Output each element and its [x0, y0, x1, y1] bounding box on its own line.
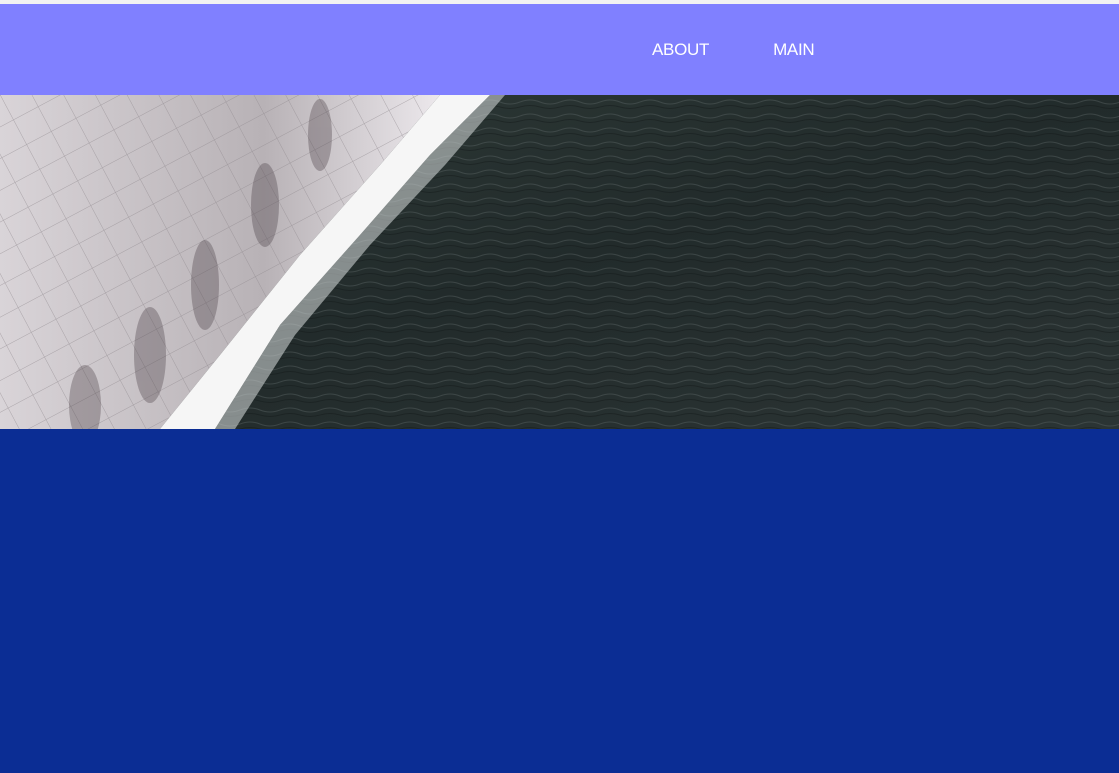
main-nav: ABOUT MAIN	[620, 4, 846, 95]
nav-link-main[interactable]: MAIN	[741, 4, 846, 95]
lower-section	[0, 429, 1119, 773]
site-header: ABOUT MAIN	[0, 4, 1119, 95]
nav-link-about[interactable]: ABOUT	[620, 4, 741, 95]
waterfall-pool-image	[0, 95, 1119, 429]
hero-image	[0, 95, 1119, 429]
page: ABOUT MAIN	[0, 0, 1119, 773]
